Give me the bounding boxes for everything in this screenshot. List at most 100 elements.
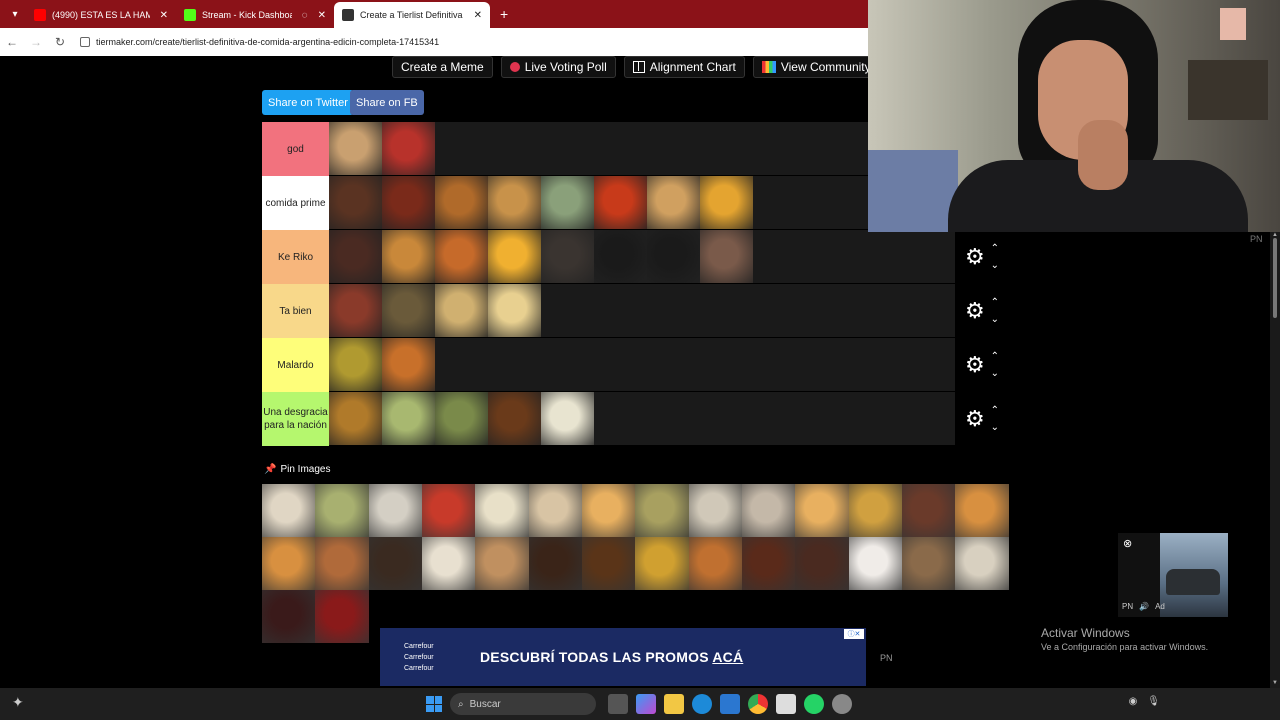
pool-food-tile[interactable] bbox=[955, 484, 1009, 537]
live-poll-button[interactable]: Live Voting Poll bbox=[500, 56, 616, 78]
pool-food-tile[interactable] bbox=[262, 484, 316, 537]
tab-search-icon[interactable]: ▾ bbox=[4, 3, 26, 25]
food-tile[interactable] bbox=[700, 230, 753, 283]
pool-food-tile[interactable] bbox=[848, 484, 903, 537]
pool-food-tile[interactable] bbox=[635, 484, 689, 537]
food-tile[interactable] bbox=[329, 176, 382, 229]
food-tile[interactable] bbox=[329, 284, 382, 337]
store-icon[interactable] bbox=[720, 694, 740, 714]
share-fb-button[interactable]: Share on FB bbox=[350, 90, 424, 115]
widgets-icon[interactable]: ✦ bbox=[12, 694, 24, 711]
pool-food-tile[interactable] bbox=[902, 537, 956, 590]
chevron-down-icon[interactable]: ⌄ bbox=[991, 368, 999, 379]
tab-youtube[interactable]: (4990) ESTA ES LA HAMBURGE ✕ bbox=[26, 2, 176, 28]
mini-video-ad[interactable]: ⊗ PN 🔊 Ad bbox=[1118, 533, 1228, 617]
scroll-thumb[interactable] bbox=[1273, 238, 1277, 318]
food-tile[interactable] bbox=[382, 392, 435, 445]
new-tab-icon[interactable]: + bbox=[500, 6, 508, 22]
share-twitter-button[interactable]: Share on Twitter bbox=[262, 90, 354, 115]
food-tile[interactable] bbox=[647, 230, 700, 283]
pool-food-tile[interactable] bbox=[422, 484, 476, 537]
pool-food-tile[interactable] bbox=[955, 537, 1009, 590]
food-tile[interactable] bbox=[594, 230, 647, 283]
pin-images-toggle[interactable]: 📌 Pin Images bbox=[264, 464, 330, 475]
pool-food-tile[interactable] bbox=[262, 590, 316, 643]
food-tile[interactable] bbox=[647, 176, 700, 229]
pool-food-tile[interactable] bbox=[528, 484, 583, 537]
taskbar-search[interactable]: ⌕ Buscar bbox=[450, 693, 596, 715]
food-tile[interactable] bbox=[541, 392, 594, 445]
gear-icon[interactable]: ⚙ bbox=[965, 246, 985, 268]
pool-food-tile[interactable] bbox=[368, 484, 423, 537]
forward-icon[interactable]: → bbox=[24, 35, 48, 49]
food-tile[interactable] bbox=[382, 176, 435, 229]
food-tile[interactable] bbox=[382, 122, 435, 175]
food-tile[interactable] bbox=[435, 176, 488, 229]
food-tile[interactable] bbox=[329, 392, 382, 445]
chrome-icon[interactable] bbox=[748, 694, 768, 714]
food-tile[interactable] bbox=[435, 392, 488, 445]
gear-icon[interactable]: ⚙ bbox=[965, 354, 985, 376]
food-tile[interactable] bbox=[382, 338, 435, 391]
tab-kick[interactable]: Stream - Kick Dashboard ◌ ✕ bbox=[176, 2, 334, 28]
tier-label[interactable]: Malardo bbox=[262, 338, 329, 392]
chevron-up-icon[interactable]: ⌃ bbox=[991, 405, 999, 416]
close-icon[interactable]: ✕ bbox=[474, 10, 482, 21]
copilot-icon[interactable] bbox=[636, 694, 656, 714]
notepad-icon[interactable] bbox=[776, 694, 796, 714]
tab-tiermaker[interactable]: Create a Tierlist Definitiva de C ✕ bbox=[334, 2, 490, 28]
explorer-icon[interactable] bbox=[664, 694, 684, 714]
pool-food-tile[interactable] bbox=[315, 484, 369, 537]
mic-icon[interactable]: 🎙 bbox=[1147, 696, 1160, 707]
app-icon[interactable] bbox=[832, 694, 852, 714]
url-field[interactable]: tiermaker.com/create/tierlist-definitiva… bbox=[80, 37, 439, 47]
pool-food-tile[interactable] bbox=[528, 537, 583, 590]
taskview-icon[interactable] bbox=[608, 694, 628, 714]
food-tile[interactable] bbox=[435, 284, 488, 337]
reload-icon[interactable]: ↻ bbox=[48, 35, 72, 49]
alignment-chart-button[interactable]: Alignment Chart bbox=[623, 56, 745, 78]
edge-icon[interactable] bbox=[692, 694, 712, 714]
close-icon[interactable]: ✕ bbox=[160, 10, 168, 21]
ad-close-icon[interactable]: ⓘ✕ bbox=[844, 629, 864, 639]
page-scrollbar[interactable]: ▲ ▼ bbox=[1270, 232, 1280, 688]
pool-food-tile[interactable] bbox=[315, 590, 369, 643]
chevron-up-icon[interactable]: ⌃ bbox=[991, 351, 999, 362]
pool-food-tile[interactable] bbox=[795, 537, 849, 590]
pool-food-tile[interactable] bbox=[368, 537, 423, 590]
pool-food-tile[interactable] bbox=[422, 537, 476, 590]
whatsapp-icon[interactable] bbox=[804, 694, 824, 714]
tray-chrome-icon[interactable]: ◉ bbox=[1129, 696, 1138, 707]
start-icon[interactable] bbox=[426, 696, 442, 712]
pool-food-tile[interactable] bbox=[902, 484, 956, 537]
pool-food-tile[interactable] bbox=[848, 537, 903, 590]
pool-food-tile[interactable] bbox=[688, 484, 743, 537]
chevron-up-icon[interactable]: ⌃ bbox=[991, 243, 999, 254]
close-icon[interactable]: ✕ bbox=[318, 10, 326, 21]
pool-food-tile[interactable] bbox=[795, 484, 849, 537]
pool-food-tile[interactable] bbox=[475, 537, 529, 590]
back-icon[interactable]: ← bbox=[0, 35, 24, 49]
food-tile[interactable] bbox=[329, 122, 382, 175]
food-tile[interactable] bbox=[700, 176, 753, 229]
chevron-down-icon[interactable]: ⌄ bbox=[991, 422, 999, 433]
food-tile[interactable] bbox=[329, 230, 382, 283]
pool-food-tile[interactable] bbox=[262, 537, 316, 590]
chevron-down-icon[interactable]: ⌄ bbox=[991, 260, 999, 271]
food-tile[interactable] bbox=[382, 230, 435, 283]
gear-icon[interactable]: ⚙ bbox=[965, 408, 985, 430]
pool-food-tile[interactable] bbox=[582, 537, 636, 590]
pool-food-tile[interactable] bbox=[742, 484, 796, 537]
tier-label[interactable]: Ke Riko bbox=[262, 230, 329, 284]
tier-label[interactable]: Una desgracia para la nación bbox=[262, 392, 329, 446]
close-icon[interactable]: ⊗ bbox=[1123, 537, 1132, 550]
food-tile[interactable] bbox=[541, 230, 594, 283]
food-tile[interactable] bbox=[382, 284, 435, 337]
tier-label[interactable]: comida prime bbox=[262, 176, 329, 230]
pool-food-tile[interactable] bbox=[688, 537, 743, 590]
food-tile[interactable] bbox=[488, 284, 541, 337]
pool-food-tile[interactable] bbox=[582, 484, 636, 537]
site-info-icon[interactable] bbox=[80, 37, 90, 47]
pool-food-tile[interactable] bbox=[635, 537, 689, 590]
food-tile[interactable] bbox=[488, 230, 541, 283]
